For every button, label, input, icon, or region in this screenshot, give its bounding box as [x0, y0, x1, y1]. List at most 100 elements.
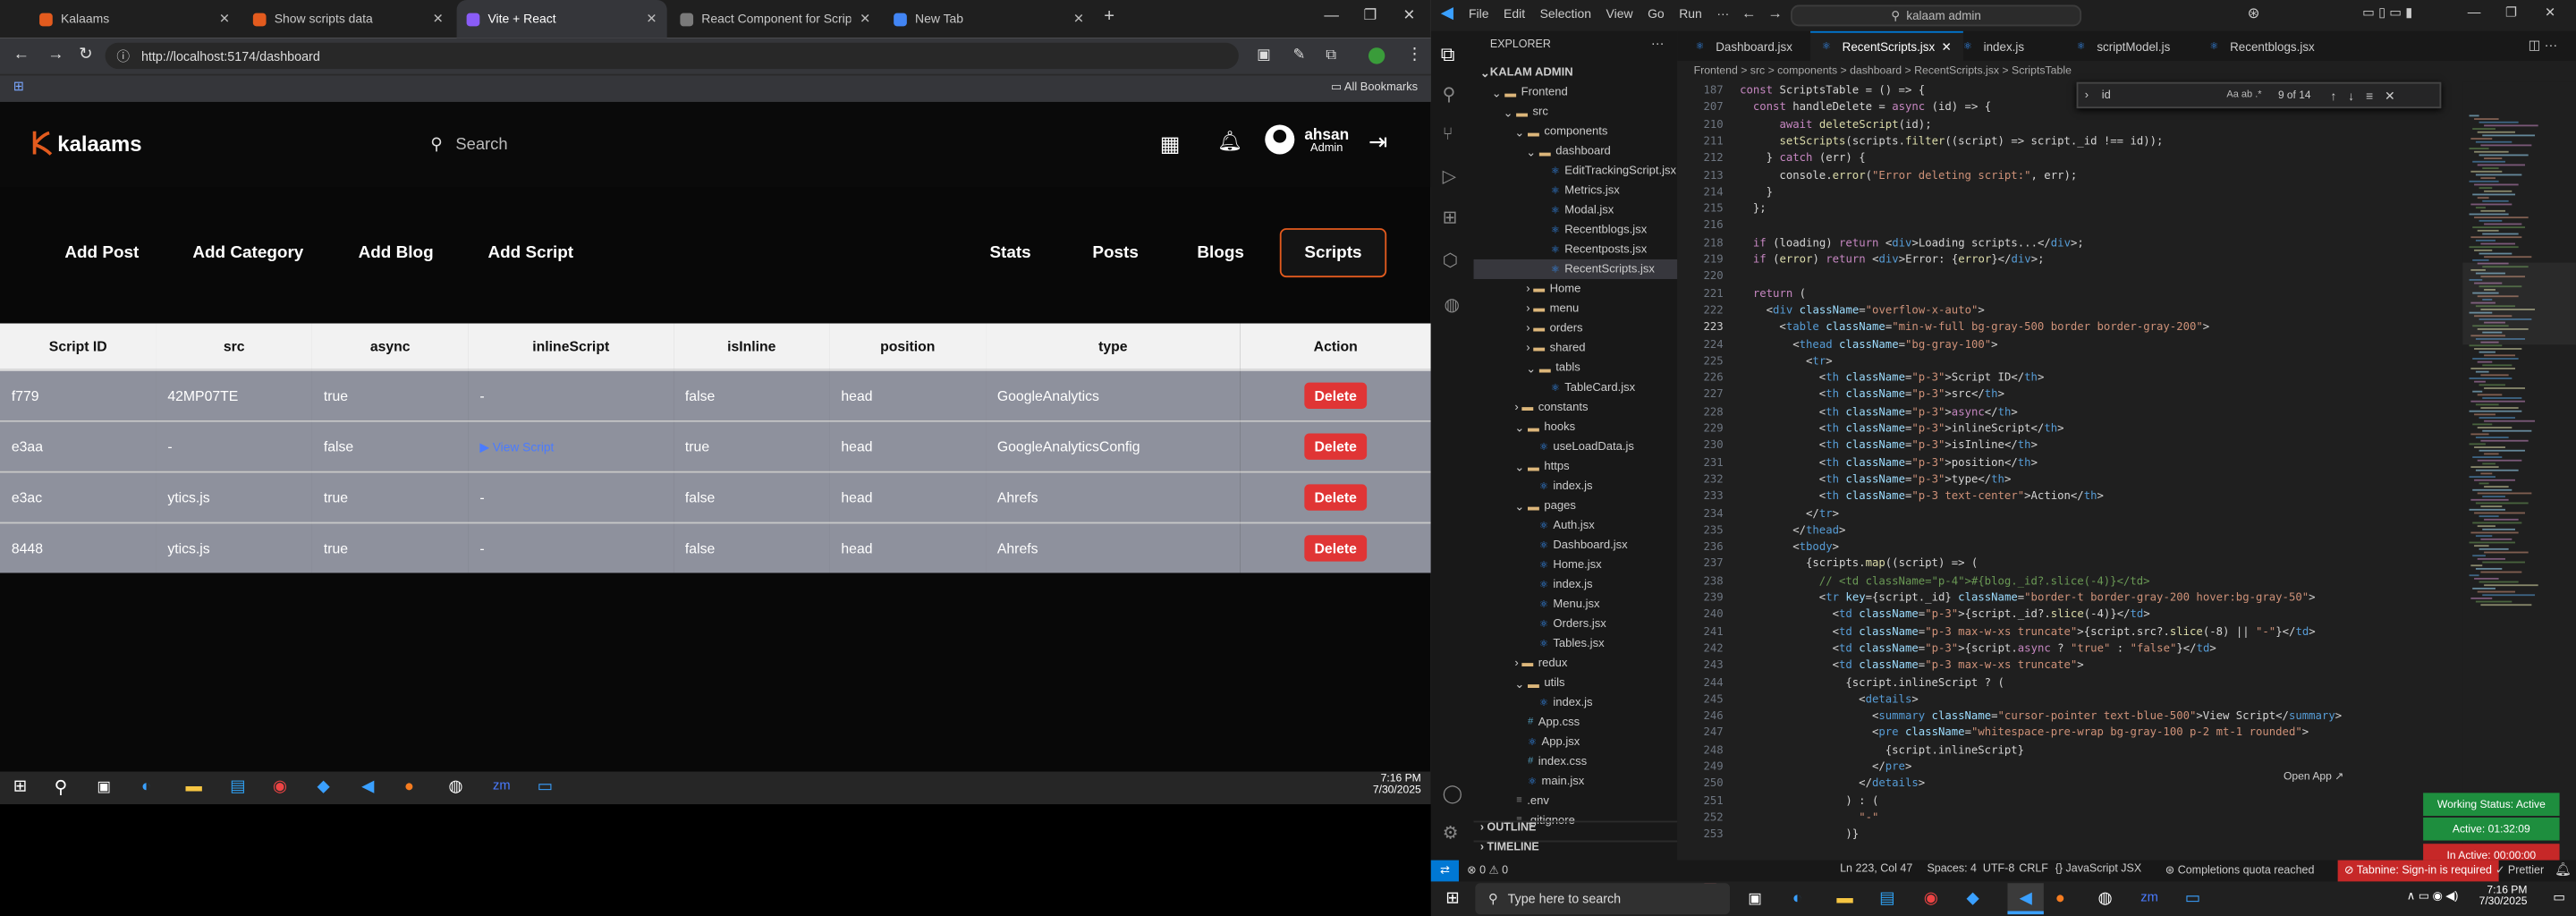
grid-icon[interactable]: ▦	[1160, 131, 1181, 157]
task-view-right-icon[interactable]: ▣	[1748, 890, 1762, 908]
nav-button[interactable]: Add Script	[467, 228, 595, 277]
tree-item[interactable]: ⚛ TableCard.jsx	[1474, 377, 1678, 397]
browser-tab[interactable]: React Component for Script Da ✕	[670, 0, 880, 38]
status-encoding[interactable]: UTF-8	[1983, 863, 2014, 875]
tree-item[interactable]: ≡ .env	[1474, 792, 1678, 811]
start-right-icon[interactable]: ⊞	[1445, 890, 1459, 908]
tab-close-icon[interactable]: ✕	[646, 12, 657, 27]
copilot-icon[interactable]: ⊛	[2248, 5, 2260, 23]
tree-item[interactable]: ⚛ Auth.jsx	[1474, 515, 1678, 535]
apps-grid-icon[interactable]: ⊞	[13, 79, 24, 94]
edge-right-icon[interactable]: ◐	[1792, 890, 1802, 908]
tree-item[interactable]: ⚛ Dashboard.jsx	[1474, 535, 1678, 555]
taskbar-search-box[interactable]: ⚲ Type here to search	[1475, 883, 1731, 915]
menu-item[interactable]: Edit	[1504, 6, 1525, 21]
nav-tab[interactable]: Stats	[968, 228, 1054, 277]
back-icon[interactable]: ←	[13, 46, 30, 64]
puzzle-icon[interactable]: ⧉	[1326, 46, 1336, 64]
settings-gear-icon[interactable]: ⚙	[1443, 822, 1459, 844]
tree-item[interactable]: ⌄ ▬ https	[1474, 456, 1678, 476]
tree-item[interactable]: ⚛ main.jsx	[1474, 771, 1678, 791]
tree-item[interactable]: ⚛ Metrics.jsx	[1474, 181, 1678, 200]
app-right-icon[interactable]: ◆	[1967, 890, 1979, 908]
task-view-icon[interactable]: ▣	[97, 778, 111, 796]
toggle-replace-icon[interactable]: ›	[2085, 89, 2089, 101]
taskbar-search-icon[interactable]: ⚲	[55, 776, 68, 798]
app3-icon[interactable]: ▭	[538, 778, 553, 796]
menu-item[interactable]: Selection	[1540, 6, 1591, 21]
reload-icon[interactable]: ↻	[79, 46, 92, 64]
tree-item[interactable]: ⚛ Tables.jsx	[1474, 633, 1678, 653]
tree-item[interactable]: ⚛ EditTrackingScript.jsx	[1474, 161, 1678, 181]
remote-icon[interactable]: ⬡	[1443, 250, 1459, 271]
search-bar[interactable]: ⚲ Search	[430, 126, 907, 162]
tree-item[interactable]: ⌄ ▬ Frontend	[1474, 82, 1678, 102]
tab-close-icon[interactable]: ✕	[433, 12, 444, 27]
tree-item[interactable]: ⚛ Menu.jsx	[1474, 594, 1678, 614]
tree-item[interactable]: ⚛ Orders.jsx	[1474, 614, 1678, 633]
tree-item[interactable]: ⚛ index.js	[1474, 692, 1678, 712]
forward-icon[interactable]: →	[47, 46, 64, 64]
menu-item[interactable]: File	[1469, 6, 1488, 21]
browser-tab[interactable]: Kalaams ✕	[30, 0, 240, 38]
command-center[interactable]: ⚲ kalaam admin	[1791, 4, 2082, 27]
zoom-icon[interactable]: zm	[493, 778, 511, 793]
delete-button[interactable]: Delete	[1304, 381, 1368, 409]
outline-section[interactable]: › OUTLINE	[1473, 820, 1678, 841]
menu-kebab-icon[interactable]: ⋮	[1406, 46, 1422, 64]
vs-minimize-icon[interactable]: —	[2468, 5, 2481, 21]
zoom-right-icon[interactable]: zm	[2140, 890, 2158, 905]
find-input[interactable]: id	[2102, 89, 2227, 101]
minimap[interactable]	[2462, 81, 2576, 861]
status-quota[interactable]: ⊛ Completions quota reached	[2165, 863, 2315, 877]
vscode-taskbar-icon[interactable]: ◀	[361, 778, 374, 796]
status-indentation[interactable]: Spaces: 4	[1927, 863, 1977, 875]
tree-item[interactable]: › ▬ shared	[1474, 338, 1678, 358]
timeline-section[interactable]: › TIMELINE	[1473, 840, 1678, 861]
extensions-icon[interactable]: ⊞	[1443, 207, 1458, 228]
status-problems[interactable]: ⊗ 0 ⚠ 0	[1467, 863, 1508, 877]
tree-item[interactable]: # App.css	[1474, 712, 1678, 732]
tab-close-icon[interactable]: ✕	[860, 12, 870, 27]
tab-close-icon[interactable]: ✕	[219, 12, 230, 27]
pen-icon[interactable]: ✎	[1292, 46, 1305, 64]
menu-item[interactable]: Run	[1679, 6, 1702, 21]
editor-tab[interactable]: ⚛ Dashboard.jsx	[1684, 31, 1804, 61]
store-right-icon[interactable]: ▤	[1879, 890, 1894, 908]
nav-tab[interactable]: Scripts	[1279, 228, 1387, 278]
store-icon[interactable]: ▤	[230, 778, 245, 796]
tree-item[interactable]: ⚛ index.js	[1474, 574, 1678, 594]
breadcrumb[interactable]: Frontend > src > components > dashboard …	[1677, 61, 2576, 82]
logout-icon[interactable]: ⇥	[1368, 128, 1388, 156]
bell-icon[interactable]: 🔔︎	[1217, 130, 1242, 153]
delete-button[interactable]: Delete	[1304, 432, 1368, 459]
tree-item[interactable]: ⚛ Recentposts.jsx	[1474, 240, 1678, 259]
find-selection-icon[interactable]: ≡	[2366, 88, 2373, 103]
windows-start-icon[interactable]: ⊞	[13, 778, 27, 796]
editor-tab-close-icon[interactable]: ✕	[1942, 39, 1952, 55]
tab-close-icon[interactable]: ✕	[1073, 12, 1084, 27]
editor-tab[interactable]: ⚛ RecentScripts.jsx ✕	[1810, 30, 1963, 61]
chrome-right-icon[interactable]: ◉	[1924, 890, 1938, 908]
status-cursor-position[interactable]: Ln 223, Col 47	[1840, 863, 1912, 875]
vscode-right-icon[interactable]: ◀	[2007, 883, 2044, 915]
code-view[interactable]: 187 const ScriptsTable = () => {207 const…	[1677, 82, 2462, 861]
app2-icon[interactable]: ◍	[448, 778, 462, 796]
tree-item[interactable]: ⚛ Modal.jsx	[1474, 200, 1678, 220]
tree-item[interactable]: ⚛ index.js	[1474, 476, 1678, 496]
status-prettier[interactable]: ✓ Prettier	[2496, 863, 2544, 877]
nav-tab[interactable]: Posts	[1074, 228, 1157, 277]
explorer-icon[interactable]: ⧉	[1441, 43, 1455, 68]
tree-item[interactable]: ⌄ ▬ dashboard	[1474, 141, 1678, 161]
tray-icons[interactable]: ∧ ▭ ◉ ◀)	[2407, 890, 2459, 903]
tree-item[interactable]: ⌄ ▬ utils	[1474, 673, 1678, 692]
open-app-link[interactable]: Open App ↗	[2284, 770, 2343, 783]
tree-item[interactable]: ⌄ ▬ pages	[1474, 496, 1678, 515]
tree-item[interactable]: › ▬ redux	[1474, 653, 1678, 673]
browser-tab[interactable]: New Tab ✕	[884, 0, 1094, 38]
extension-icon[interactable]: ▣	[1257, 46, 1271, 64]
app-icon[interactable]: ◆	[317, 778, 329, 796]
nav-forward-icon[interactable]: →	[1767, 5, 1783, 21]
address-bar[interactable]: ⓘ http://localhost:5174/dashboard	[105, 42, 1239, 70]
nav-button[interactable]: Add Category	[177, 228, 318, 277]
